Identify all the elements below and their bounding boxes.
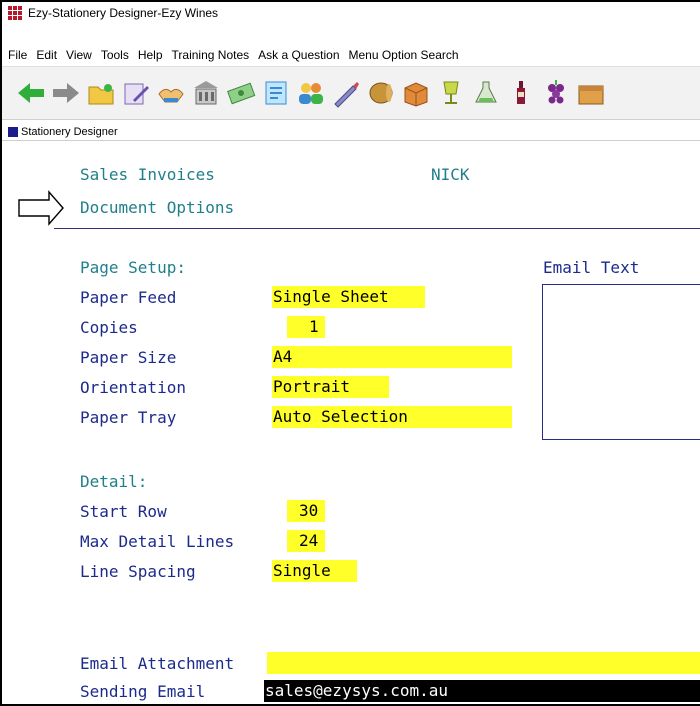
- start-row-label: Start Row: [80, 502, 167, 521]
- window-title: Ezy-Stationery Designer-Ezy Wines: [28, 6, 219, 20]
- flask-icon[interactable]: [471, 78, 501, 108]
- menu-edit[interactable]: Edit: [36, 48, 57, 62]
- document-type: Sales Invoices: [80, 165, 215, 184]
- line-spacing-field[interactable]: Single: [272, 560, 357, 582]
- sending-email-label: Sending Email: [80, 682, 206, 701]
- paper-tray-label: Paper Tray: [80, 408, 177, 427]
- window-icon: [8, 127, 18, 137]
- pen-icon[interactable]: [331, 78, 361, 108]
- folder-icon[interactable]: [86, 78, 116, 108]
- pointer-arrow-icon: [18, 190, 64, 226]
- toolbar: [2, 66, 700, 120]
- grapes-icon[interactable]: [541, 78, 571, 108]
- copies-label: Copies: [80, 318, 138, 337]
- paper-feed-label: Paper Feed: [80, 288, 177, 307]
- line-spacing-label: Line Spacing: [80, 562, 196, 581]
- max-detail-lines-label: Max Detail Lines: [80, 532, 235, 551]
- glass-icon[interactable]: [436, 78, 466, 108]
- bottle-icon[interactable]: [506, 78, 536, 108]
- building-icon[interactable]: [191, 78, 221, 108]
- forward-arrow-icon[interactable]: [51, 78, 81, 108]
- edit-icon[interactable]: [121, 78, 151, 108]
- orientation-field[interactable]: Portrait: [272, 376, 389, 398]
- paper-size-field[interactable]: A4: [272, 346, 512, 368]
- menu-file[interactable]: File: [8, 48, 27, 62]
- paper-feed-field[interactable]: Single Sheet: [272, 286, 425, 308]
- menu-option-search[interactable]: Menu Option Search: [349, 48, 459, 62]
- paper-size-label: Paper Size: [80, 348, 177, 367]
- money-icon[interactable]: [226, 78, 256, 108]
- max-detail-lines-field[interactable]: 24: [287, 530, 325, 552]
- menu-training-notes[interactable]: Training Notes: [172, 48, 250, 62]
- sending-email-field[interactable]: sales@ezysys.com.au: [264, 680, 700, 702]
- email-text-label: Email Text: [543, 258, 640, 277]
- section-title: Document Options: [80, 198, 235, 217]
- paper-tray-field[interactable]: Auto Selection: [272, 406, 512, 428]
- people-icon[interactable]: [296, 78, 326, 108]
- title-bar: Ezy-Stationery Designer-Ezy Wines: [2, 2, 700, 24]
- receipt-icon[interactable]: [261, 78, 291, 108]
- menu-help[interactable]: Help: [138, 48, 163, 62]
- handshake-icon[interactable]: [156, 78, 186, 108]
- app-grid-icon: [8, 6, 22, 20]
- user-name: NICK: [431, 165, 470, 184]
- start-row-field[interactable]: 30: [287, 500, 325, 522]
- box-icon[interactable]: [401, 78, 431, 108]
- barrel-icon[interactable]: [366, 78, 396, 108]
- header-divider: [54, 228, 700, 229]
- email-attachment-field[interactable]: [267, 652, 700, 674]
- detail-heading: Detail:: [80, 472, 148, 491]
- app-window: Ezy-Stationery Designer-Ezy Wines File E…: [0, 0, 700, 706]
- orientation-label: Orientation: [80, 378, 186, 397]
- package-icon[interactable]: [576, 78, 606, 108]
- menu-view[interactable]: View: [66, 48, 92, 62]
- inner-window-title: Stationery Designer: [21, 126, 118, 138]
- menu-ask-a-question[interactable]: Ask a Question: [258, 48, 339, 62]
- back-arrow-icon[interactable]: [16, 78, 46, 108]
- email-attachment-label: Email Attachment: [80, 654, 235, 673]
- copies-field[interactable]: 1: [287, 316, 325, 338]
- inner-window-caption: Stationery Designer: [2, 124, 700, 141]
- page-setup-heading: Page Setup:: [80, 258, 186, 277]
- menu-tools[interactable]: Tools: [101, 48, 129, 62]
- menu-bar: File Edit View Tools Help Training Notes…: [2, 45, 700, 65]
- email-text-area[interactable]: [542, 284, 700, 440]
